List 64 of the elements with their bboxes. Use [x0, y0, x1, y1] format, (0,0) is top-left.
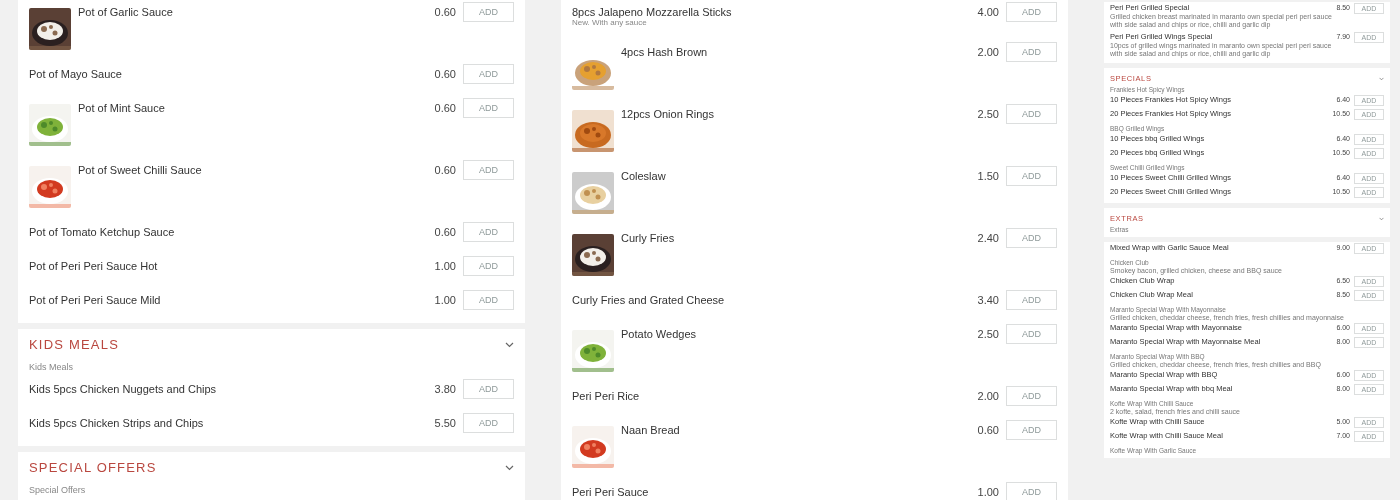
- item-name: Potato Wedges: [621, 327, 697, 342]
- item-price: 2.00: [977, 389, 999, 404]
- item-price: 1.00: [977, 485, 999, 500]
- item-name: Kids 5pcs Chicken Strips and Chips: [29, 416, 205, 431]
- item-name: Pot of Peri Peri Sauce Hot: [29, 259, 159, 274]
- item-price: 2.00: [977, 45, 999, 60]
- item-price: 2.50: [977, 107, 999, 122]
- add-button[interactable]: ADD: [463, 98, 514, 118]
- item-price: 0.60: [434, 163, 456, 178]
- item-name: Pot of Mayo Sauce: [29, 67, 123, 82]
- item-description: New. With any sauce: [572, 18, 648, 28]
- add-button[interactable]: ADD: [463, 256, 514, 276]
- item-name: Curly Fries: [621, 231, 676, 246]
- add-button[interactable]: ADD: [1006, 228, 1057, 248]
- item-name: Pot of Mint Sauce: [78, 101, 166, 116]
- item-price: 2.40: [977, 231, 999, 246]
- item-name: 12pcs Onion Rings: [621, 107, 715, 122]
- item-price: 1.50: [977, 169, 999, 184]
- item-price: 0.60: [977, 423, 999, 438]
- add-button[interactable]: ADD: [1006, 290, 1057, 310]
- item-price: 0.60: [434, 101, 456, 116]
- add-button[interactable]: ADD: [1006, 324, 1057, 344]
- section-title[interactable]: KIDS MEALS: [29, 337, 120, 352]
- item-price: 1.00: [434, 259, 456, 274]
- add-button[interactable]: ADD: [1006, 420, 1057, 440]
- item-price: 1.00: [434, 293, 456, 308]
- item-name: Pot of Sweet Chilli Sauce: [78, 163, 203, 178]
- item-price: 0.60: [434, 5, 456, 20]
- category-label: Kids Meals: [29, 362, 74, 373]
- add-button[interactable]: ADD: [1006, 386, 1057, 406]
- item-price: 2.50: [977, 327, 999, 342]
- chevron-icon[interactable]: [505, 341, 514, 348]
- item-name: Peri Peri Sauce: [572, 485, 650, 500]
- add-button[interactable]: ADD: [1006, 166, 1057, 186]
- section-title[interactable]: SPECIAL OFFERS: [29, 460, 157, 475]
- add-button[interactable]: ADD: [1006, 104, 1057, 124]
- item-name: Kids 5pcs Chicken Nuggets and Chips: [29, 382, 218, 397]
- item-name: Naan Bread: [621, 423, 681, 438]
- add-button[interactable]: ADD: [463, 379, 514, 399]
- add-button[interactable]: ADD: [463, 413, 514, 433]
- category-label: Special Offers: [29, 485, 87, 496]
- add-button[interactable]: ADD: [1006, 2, 1057, 22]
- item-name: 8pcs Jalapeno Mozzarella Sticks: [572, 5, 733, 20]
- item-name: Peri Peri Rice: [572, 389, 641, 404]
- add-button[interactable]: ADD: [463, 64, 514, 84]
- item-name: 4pcs Hash Brown: [621, 45, 709, 60]
- item-price: 3.40: [977, 293, 999, 308]
- chevron-icon[interactable]: [505, 464, 514, 471]
- item-name: Pot of Garlic Sauce: [78, 5, 174, 20]
- item-name: Coleslaw: [621, 169, 667, 184]
- item-name: Pot of Peri Peri Sauce Mild: [29, 293, 162, 308]
- item-price: 3.80: [434, 382, 456, 397]
- item-name: Pot of Tomato Ketchup Sauce: [29, 225, 176, 240]
- add-button[interactable]: ADD: [463, 2, 514, 22]
- item-price: 0.60: [434, 67, 456, 82]
- add-button[interactable]: ADD: [1006, 482, 1057, 500]
- item-name: Curly Fries and Grated Cheese: [572, 293, 726, 308]
- item-price: 4.00: [977, 5, 999, 20]
- add-button[interactable]: ADD: [463, 222, 514, 242]
- add-button[interactable]: ADD: [1006, 42, 1057, 62]
- add-button[interactable]: ADD: [463, 290, 514, 310]
- item-price: 0.60: [434, 225, 456, 240]
- item-price: 5.50: [434, 416, 456, 431]
- add-button[interactable]: ADD: [463, 160, 514, 180]
